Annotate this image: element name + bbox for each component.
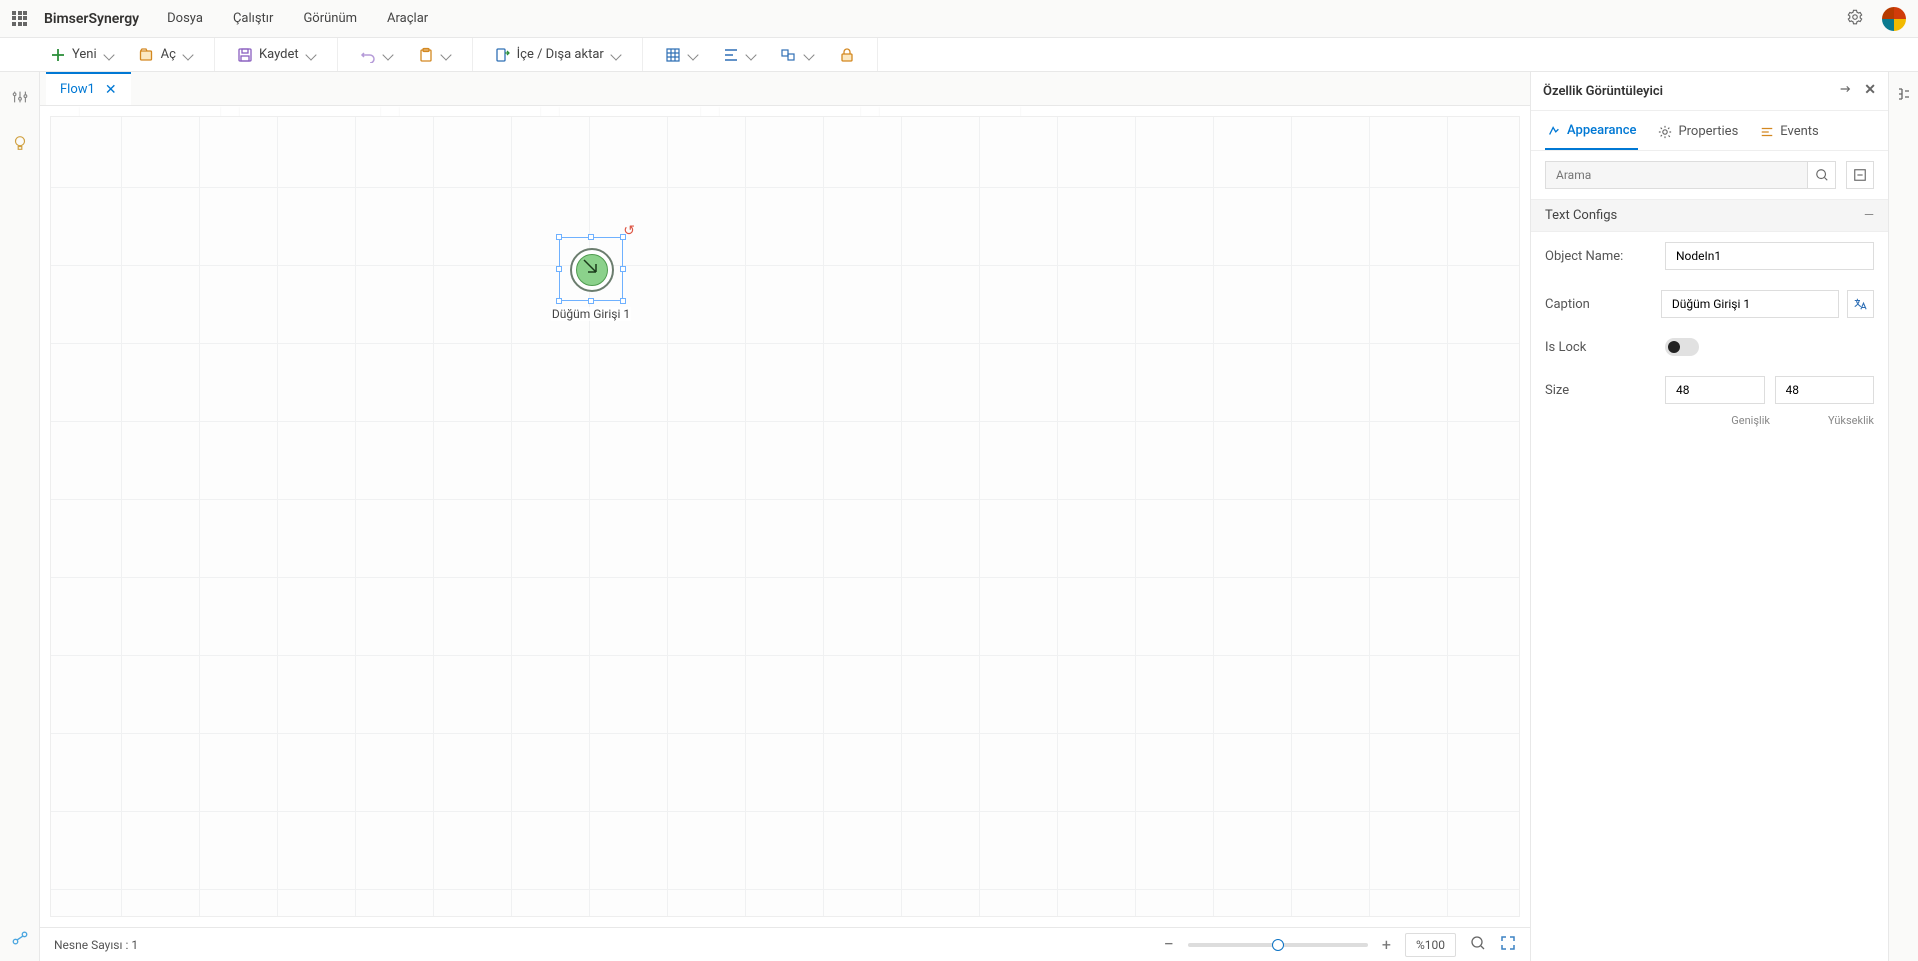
open-button[interactable]: Aç	[133, 43, 198, 67]
tab-flow1-label: Flow1	[60, 82, 95, 97]
rail-tune-icon[interactable]	[11, 88, 29, 110]
user-avatar[interactable]	[1882, 7, 1906, 31]
node-arrow-icon	[580, 256, 604, 280]
lock-icon-button[interactable]	[833, 43, 861, 67]
panel-pin-icon[interactable]	[1838, 82, 1852, 100]
object-count-value: 1	[131, 938, 138, 952]
grid-icon-button[interactable]	[659, 43, 703, 67]
resize-handle[interactable]	[588, 234, 594, 240]
align-icon-button[interactable]	[717, 43, 761, 67]
save-button-label: Kaydet	[259, 47, 299, 62]
new-button-label: Yeni	[72, 47, 97, 62]
property-search-input[interactable]	[1545, 161, 1808, 189]
zoom-slider[interactable]	[1188, 943, 1368, 947]
main-toolbar: Yeni Aç Kaydet İçe / Dışa aktar	[0, 38, 1918, 72]
node-caption: Düğüm Girişi 1	[551, 307, 631, 321]
object-count-label: Nesne Sayısı :	[54, 938, 128, 952]
resize-handle[interactable]	[620, 298, 626, 304]
tab-appearance[interactable]: Appearance	[1545, 119, 1638, 150]
import-export-label: İçe / Dışa aktar	[517, 47, 604, 62]
save-button[interactable]: Kaydet	[231, 43, 321, 67]
collapse-all-icon[interactable]	[1846, 161, 1874, 189]
top-menubar: BimserSynergy Dosya Çalıştır Görünüm Ara…	[0, 0, 1918, 38]
menu-run[interactable]: Çalıştır	[233, 11, 274, 26]
resize-handle[interactable]	[588, 298, 594, 304]
arrange-icon-button[interactable]	[775, 43, 819, 67]
tab-events[interactable]: Events	[1758, 119, 1820, 150]
rail-bulb-icon[interactable]	[11, 134, 29, 156]
sublabel-height: Yükseklik	[1828, 414, 1874, 427]
apps-grid-icon[interactable]	[12, 11, 28, 27]
property-search-icon[interactable]	[1808, 161, 1836, 189]
canvas-tabstrip: Flow1 ✕	[40, 72, 1530, 106]
brand-label: BimserSynergy	[44, 11, 139, 27]
caption-translate-icon[interactable]	[1847, 290, 1874, 318]
resize-handle[interactable]	[556, 266, 562, 272]
menu-tools[interactable]: Araçlar	[387, 11, 428, 26]
section-collapse-icon[interactable]: —	[1864, 208, 1874, 223]
sublabel-width: Genişlik	[1731, 414, 1770, 427]
settings-icon[interactable]	[1846, 8, 1864, 30]
tab-flow1[interactable]: Flow1 ✕	[46, 72, 131, 105]
resize-handle[interactable]	[620, 266, 626, 272]
input-object-name[interactable]	[1665, 242, 1874, 270]
center-panel: Flow1 ✕ ↺	[40, 72, 1530, 961]
label-is-lock: Is Lock	[1545, 340, 1665, 355]
label-caption: Caption	[1545, 297, 1661, 312]
resize-handle[interactable]	[620, 234, 626, 240]
resize-handle[interactable]	[556, 234, 562, 240]
property-panel-title: Özellik Görüntüleyici	[1543, 84, 1663, 99]
import-export-button[interactable]: İçe / Dışa aktar	[489, 43, 626, 67]
input-caption[interactable]	[1661, 290, 1839, 318]
new-button[interactable]: Yeni	[44, 43, 119, 67]
clipboard-button[interactable]	[412, 43, 456, 67]
zoom-fit-icon[interactable]	[1470, 935, 1486, 954]
zoom-in-icon[interactable]: +	[1382, 935, 1391, 954]
panel-close-icon[interactable]: ✕	[1864, 82, 1876, 100]
flow-canvas[interactable]: ↺ Düğüm Girişi 1	[50, 116, 1520, 917]
toggle-is-lock[interactable]	[1665, 338, 1699, 356]
undo-button[interactable]	[354, 43, 398, 67]
rail-connection-icon[interactable]	[11, 929, 29, 951]
menu-view[interactable]: Görünüm	[303, 11, 357, 26]
section-text-configs[interactable]: Text Configs—	[1531, 199, 1888, 232]
right-rail	[1888, 72, 1918, 961]
input-size-width[interactable]	[1665, 376, 1765, 404]
menu-file[interactable]: Dosya	[167, 11, 203, 26]
zoom-out-icon[interactable]: −	[1164, 934, 1174, 955]
resize-handle[interactable]	[556, 298, 562, 304]
node-nodein1[interactable]: ↺ Düğüm Girişi 1	[551, 237, 631, 321]
right-rail-tree-icon[interactable]	[1896, 86, 1912, 961]
zoom-value: %100	[1405, 933, 1456, 957]
label-size: Size	[1545, 383, 1665, 398]
fullscreen-icon[interactable]	[1500, 935, 1516, 954]
input-size-height[interactable]	[1775, 376, 1875, 404]
node-selection-box	[559, 237, 623, 301]
label-object-name: Object Name:	[1545, 249, 1665, 264]
tab-flow1-close-icon[interactable]: ✕	[105, 83, 117, 97]
canvas-statusbar: Nesne Sayısı : 1 − + %100	[40, 927, 1530, 961]
left-rail	[0, 72, 40, 961]
open-button-label: Aç	[161, 47, 176, 62]
property-viewer-panel: Özellik Görüntüleyici ✕ Appearance Prope…	[1530, 72, 1888, 961]
tab-properties[interactable]: Properties	[1656, 119, 1740, 150]
